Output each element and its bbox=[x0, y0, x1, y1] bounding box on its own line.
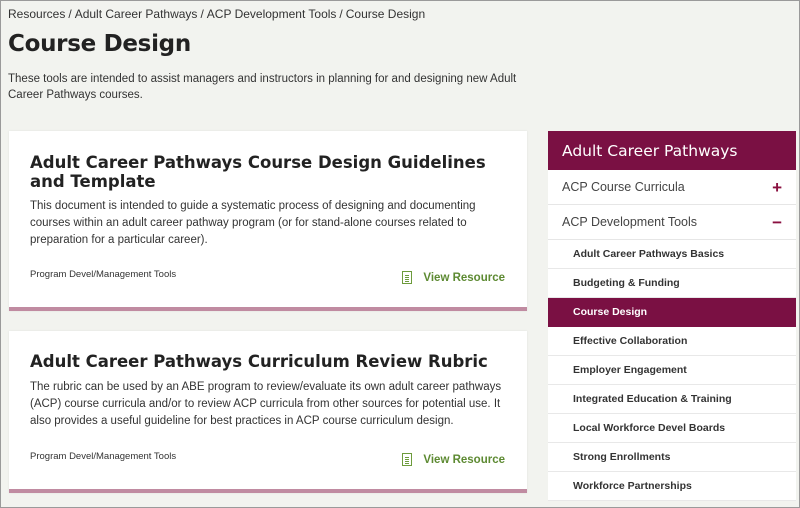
breadcrumb-acp-development-tools[interactable]: ACP Development Tools bbox=[207, 7, 337, 21]
breadcrumb-separator: / bbox=[339, 7, 343, 21]
sidebar-item-course-design[interactable]: Course Design bbox=[548, 298, 796, 327]
sidebar-nav: Adult Career Pathways ACP Course Curricu… bbox=[548, 131, 796, 501]
sidebar-item-workforce-partnerships[interactable]: Workforce Partnerships bbox=[548, 472, 796, 501]
sidebar-title[interactable]: Adult Career Pathways bbox=[548, 131, 796, 170]
breadcrumb-separator: / bbox=[200, 7, 204, 21]
sidebar-section-acp-course-curricula[interactable]: ACP Course Curricula + bbox=[548, 170, 796, 205]
view-resource-link[interactable]: View Resource bbox=[402, 271, 505, 284]
collapse-minus-icon[interactable]: − bbox=[772, 214, 782, 231]
breadcrumb-resources[interactable]: Resources bbox=[8, 7, 65, 21]
page-title: Course Design bbox=[8, 31, 191, 57]
view-resource-label: View Resource bbox=[423, 453, 505, 466]
sidebar-item-employer-engagement[interactable]: Employer Engagement bbox=[548, 356, 796, 385]
view-resource-label: View Resource bbox=[423, 271, 505, 284]
resource-description: The rubric can be used by an ABE program… bbox=[30, 381, 502, 427]
sidebar-item-budgeting-funding[interactable]: Budgeting & Funding bbox=[548, 269, 796, 298]
breadcrumb-adult-career-pathways[interactable]: Adult Career Pathways bbox=[75, 7, 198, 21]
sidebar-section-label: ACP Development Tools bbox=[562, 215, 698, 229]
document-icon bbox=[402, 271, 413, 284]
expand-plus-icon[interactable]: + bbox=[772, 179, 782, 196]
page-intro: These tools are intended to assist manag… bbox=[8, 73, 517, 101]
document-icon bbox=[402, 453, 413, 466]
breadcrumb-current: Course Design bbox=[345, 7, 426, 21]
sidebar-item-local-workforce-devel-boards[interactable]: Local Workforce Devel Boards bbox=[548, 414, 796, 443]
breadcrumb-separator: / bbox=[68, 7, 72, 21]
breadcrumb: Resources / Adult Career Pathways / ACP Deve… bbox=[8, 7, 425, 21]
resource-card: Adult Career Pathways Course Design Guid… bbox=[9, 131, 527, 311]
sidebar-item-adult-career-pathways-basics[interactable]: Adult Career Pathways Basics bbox=[548, 240, 796, 269]
resource-title[interactable]: Adult Career Pathways Course Design Guid… bbox=[30, 153, 490, 191]
resource-title[interactable]: Adult Career Pathways Curriculum Review … bbox=[30, 352, 490, 371]
sidebar-item-integrated-education-training[interactable]: Integrated Education & Training bbox=[548, 385, 796, 414]
view-resource-link[interactable]: View Resource bbox=[402, 453, 505, 466]
resource-tag[interactable]: Program Devel/Management Tools bbox=[30, 269, 176, 280]
sidebar-item-effective-collaboration[interactable]: Effective Collaboration bbox=[548, 327, 796, 356]
resource-description: This document is intended to guide a sys… bbox=[30, 200, 476, 246]
sidebar-section-label: ACP Course Curricula bbox=[562, 180, 685, 194]
resource-card: Adult Career Pathways Curriculum Review … bbox=[9, 331, 527, 493]
resource-tag[interactable]: Program Devel/Management Tools bbox=[30, 451, 176, 462]
sidebar-section-acp-development-tools[interactable]: ACP Development Tools − bbox=[548, 205, 796, 240]
sidebar-item-strong-enrollments[interactable]: Strong Enrollments bbox=[548, 443, 796, 472]
